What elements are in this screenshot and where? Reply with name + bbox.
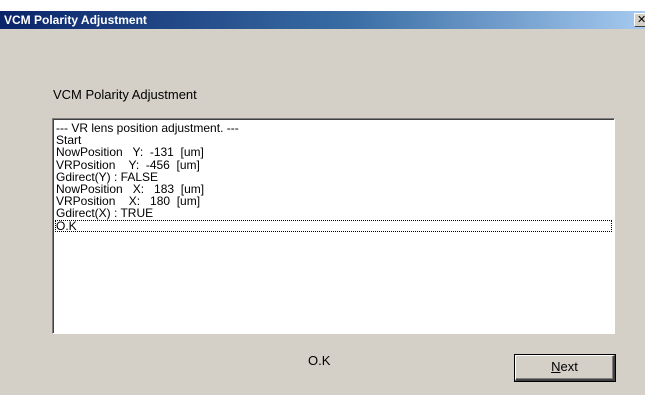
window-title: VCM Polarity Adjustment [4,13,147,27]
dialog-window: VCM Polarity Adjustment ✕ VCM Polarity A… [0,11,645,395]
log-listbox[interactable]: --- VR lens position adjustment. --- Star… [52,118,615,334]
log-line[interactable]: VRPosition Y: -456 [um] [55,158,612,171]
log-line[interactable]: Gdirect(X) : TRUE [55,207,612,219]
next-accelerator-key: N [551,359,561,374]
close-button[interactable]: ✕ [634,13,645,27]
log-list: --- VR lens position adjustment. --- Star… [55,122,612,232]
log-line[interactable]: --- VR lens position adjustment. --- [55,122,612,134]
status-text: O.K [308,353,331,368]
close-icon: ✕ [637,13,645,26]
next-button-label: ext [560,359,578,374]
log-line[interactable]: NowPosition Y: -131 [um] [55,146,612,158]
section-heading: VCM Polarity Adjustment [53,87,197,102]
next-button[interactable]: Next [515,355,615,381]
title-bar[interactable]: VCM Polarity Adjustment ✕ [0,11,645,29]
log-line[interactable]: O.K [55,219,612,232]
